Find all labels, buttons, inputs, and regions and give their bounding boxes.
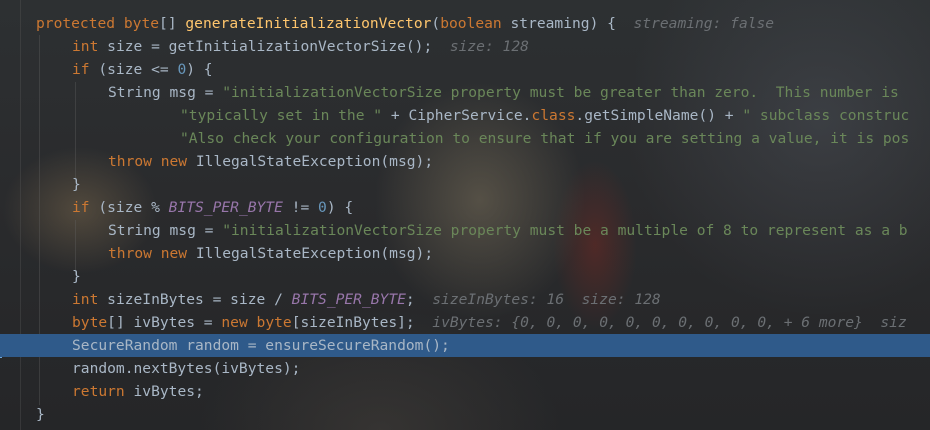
code-text: } bbox=[72, 265, 81, 288]
code-text: throw new IllegalStateException(msg); bbox=[108, 150, 433, 173]
code-text: int sizeInBytes = size / BITS_PER_BYTE; … bbox=[72, 288, 661, 311]
code-text: "typically set in the " + CipherService.… bbox=[180, 104, 909, 127]
code-line[interactable]: throw new IllegalStateException(msg); bbox=[0, 242, 930, 265]
code-editor[interactable]: protected byte[] generateInitializationV… bbox=[0, 0, 930, 430]
code-token: byte bbox=[72, 314, 108, 331]
code-text: String msg = "initializationVectorSize p… bbox=[108, 219, 908, 242]
code-token: return bbox=[72, 383, 134, 400]
code-token: [] ivBytes = bbox=[107, 314, 222, 331]
code-token: sizeInBytes = size / bbox=[107, 291, 292, 308]
code-token: IllegalStateException(msg); bbox=[195, 153, 434, 170]
code-line[interactable]: protected byte[] generateInitializationV… bbox=[0, 12, 930, 35]
code-text: return ivBytes; bbox=[72, 380, 204, 403]
code-line[interactable]: String msg = "initializationVectorSize p… bbox=[0, 219, 930, 242]
code-token: BITS_PER_BYTE bbox=[168, 199, 283, 216]
code-token: int bbox=[72, 291, 108, 308]
code-text: if (size % BITS_PER_BYTE != 0) { bbox=[72, 196, 353, 219]
inline-debug-value: size: 128 bbox=[432, 38, 529, 55]
code-token: throw new bbox=[108, 153, 196, 170]
code-token: ) { bbox=[326, 199, 354, 216]
code-line[interactable]: } bbox=[0, 173, 930, 196]
code-token: SecureRandom random = ensureSecureRandom… bbox=[72, 337, 450, 354]
code-token: int bbox=[72, 38, 108, 55]
code-token: throw new bbox=[108, 245, 196, 262]
code-token: byte bbox=[123, 15, 160, 32]
code-token: byte bbox=[256, 314, 292, 331]
code-token: String msg = bbox=[108, 84, 223, 101]
code-token: "initializationVectorSize property must … bbox=[222, 84, 908, 101]
code-text: byte[] ivBytes = new byte[sizeInBytes]; … bbox=[72, 311, 907, 334]
inline-debug-value: sizeInBytes: 16 size: 128 bbox=[414, 291, 661, 308]
code-token: "typically set in the " bbox=[180, 107, 391, 124]
code-text: protected byte[] generateInitializationV… bbox=[36, 12, 774, 35]
code-token: 0 bbox=[177, 61, 187, 78]
code-token: if bbox=[72, 199, 99, 216]
code-text: throw new IllegalStateException(msg); bbox=[108, 242, 433, 265]
inline-debug-value: streaming: false bbox=[615, 15, 775, 32]
code-token: BITS_PER_BYTE bbox=[291, 291, 406, 308]
code-line[interactable]: "Also check your configuration to ensure… bbox=[0, 127, 930, 150]
code-token: } bbox=[72, 176, 81, 193]
code-line[interactable]: } bbox=[0, 403, 930, 426]
code-token: "Also check your configuration to ensure… bbox=[180, 130, 910, 147]
code-token: generateInitializationVector bbox=[185, 15, 432, 32]
code-text: } bbox=[36, 403, 45, 426]
code-line-current[interactable]: SecureRandom random = ensureSecureRandom… bbox=[0, 334, 930, 357]
code-token: (size <= bbox=[98, 61, 178, 78]
code-token: (size % bbox=[98, 199, 169, 216]
code-token: class bbox=[531, 107, 576, 124]
code-token: IllegalStateException(msg); bbox=[195, 245, 434, 262]
code-token: protected bbox=[36, 15, 124, 32]
code-token: new bbox=[221, 314, 257, 331]
code-token: ) { bbox=[186, 61, 213, 78]
code-text: int size = getInitializationVectorSize()… bbox=[72, 35, 529, 58]
code-token: ( bbox=[431, 15, 441, 32]
code-line[interactable]: return ivBytes; bbox=[0, 380, 930, 403]
code-token: [] bbox=[159, 15, 186, 32]
code-line[interactable]: if (size <= 0) { bbox=[0, 58, 930, 81]
code-token: "initializationVectorSize property must … bbox=[222, 222, 908, 239]
code-token: streaming) { bbox=[510, 15, 616, 32]
code-line[interactable]: String msg = "initializationVectorSize p… bbox=[0, 81, 930, 104]
code-text: random.nextBytes(ivBytes); bbox=[72, 357, 300, 380]
code-token: } bbox=[36, 406, 45, 423]
code-line[interactable]: int size = getInitializationVectorSize()… bbox=[0, 35, 930, 58]
code-text: } bbox=[72, 173, 81, 196]
code-token: boolean bbox=[440, 15, 511, 32]
code-line[interactable]: if (size % BITS_PER_BYTE != 0) { bbox=[0, 196, 930, 219]
code-line[interactable]: int sizeInBytes = size / BITS_PER_BYTE; … bbox=[0, 288, 930, 311]
code-token: random.nextBytes(ivBytes); bbox=[72, 360, 301, 377]
code-line[interactable]: "typically set in the " + CipherService.… bbox=[0, 104, 930, 127]
code-token: " subclass construc bbox=[742, 107, 910, 124]
code-text: if (size <= 0) { bbox=[72, 58, 213, 81]
code-token: ivBytes; bbox=[133, 383, 204, 400]
code-token: } bbox=[72, 268, 81, 285]
code-line[interactable]: byte[] ivBytes = new byte[sizeInBytes]; … bbox=[0, 311, 930, 334]
code-token: String msg = bbox=[108, 222, 223, 239]
code-token: size = getInitializationVectorSize(); bbox=[107, 38, 433, 55]
code-token: + CipherService. bbox=[390, 107, 532, 124]
code-token: ; bbox=[405, 291, 415, 308]
code-token: [sizeInBytes]; bbox=[291, 314, 415, 331]
code-text: "Also check your configuration to ensure… bbox=[180, 127, 909, 150]
code-token: != bbox=[282, 199, 319, 216]
code-line[interactable]: throw new IllegalStateException(msg); bbox=[0, 150, 930, 173]
code-line[interactable]: } bbox=[0, 265, 930, 288]
inline-debug-value: ivBytes: {0, 0, 0, 0, 0, 0, 0, 0, 0, 0, … bbox=[414, 314, 907, 331]
code-token: .getSimpleName() + bbox=[575, 107, 743, 124]
code-token: if bbox=[72, 61, 99, 78]
code-token: 0 bbox=[318, 199, 327, 216]
code-text: String msg = "initializationVectorSize p… bbox=[108, 81, 908, 104]
code-line[interactable]: random.nextBytes(ivBytes); bbox=[0, 357, 930, 380]
code-text: SecureRandom random = ensureSecureRandom… bbox=[72, 334, 450, 357]
